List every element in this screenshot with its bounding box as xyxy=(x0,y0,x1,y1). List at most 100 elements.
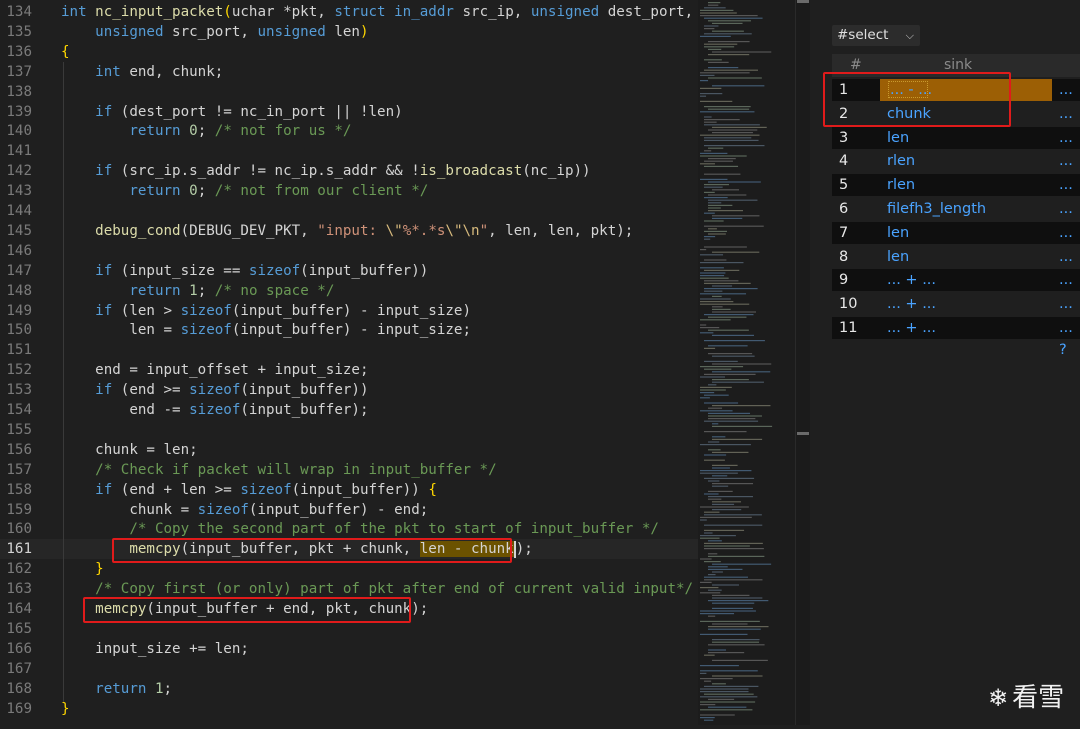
code-token: /* Copy the second part of the pkt to st… xyxy=(129,521,659,538)
line-number: 160 xyxy=(6,521,32,538)
sink-link[interactable]: len xyxy=(887,222,909,244)
result-row[interactable]: 6filefh3_length... ? xyxy=(832,198,1080,239)
code-line[interactable]: 145 debug_cond(DEBUG_DEV_PKT, "input: \"… xyxy=(0,221,698,241)
minimap-line xyxy=(704,33,752,35)
minimap-line xyxy=(700,519,707,521)
code-line[interactable]: 166 input_size += len; xyxy=(0,639,698,659)
minimap-line xyxy=(704,459,725,461)
indent-guide xyxy=(63,62,64,702)
code-line[interactable]: 135 unsigned src_port, unsigned len) xyxy=(0,22,698,42)
code-token: uchar *pkt, xyxy=(231,4,335,20)
sink-link[interactable]: len xyxy=(887,127,909,149)
minimap-line xyxy=(708,415,762,417)
minimap-line xyxy=(700,72,750,74)
code-line[interactable]: 138 xyxy=(0,82,698,102)
code-token: (input_buffer); xyxy=(240,402,369,418)
sink-link[interactable]: ... + ... xyxy=(887,317,936,339)
code-line[interactable]: 150 len = sizeof(input_buffer) - input_s… xyxy=(0,320,698,340)
sink-link[interactable]: ... + ... xyxy=(887,293,936,315)
line-number: 163 xyxy=(6,581,32,598)
code-line[interactable]: 151 xyxy=(0,340,698,360)
sink-link[interactable]: rlen xyxy=(887,174,915,196)
minimap-line xyxy=(708,568,743,570)
code-line[interactable]: 134 int nc_input_packet(uchar *pkt, struc… xyxy=(0,2,698,22)
code-line[interactable]: 152 end = input_offset + input_size; xyxy=(0,360,698,380)
code-line[interactable]: 143 return 0; /* not from our client */ xyxy=(0,181,698,201)
code-line[interactable]: 160 /* Copy the second part of the pkt t… xyxy=(0,519,698,539)
code-token: nc_input_packet xyxy=(95,4,224,20)
code-line[interactable]: 136 { xyxy=(0,42,698,62)
minimap[interactable] xyxy=(698,0,795,725)
code-line[interactable]: 153 if (end >= sizeof(input_buffer)) xyxy=(0,380,698,400)
code-line[interactable]: 147 if (input_size == sizeof(input_buffe… xyxy=(0,261,698,281)
code-token: (DEBUG_DEV_PKT, xyxy=(180,222,318,239)
sink-link[interactable]: len xyxy=(887,246,909,268)
row-index: 5 xyxy=(839,177,849,194)
result-row[interactable]: 11 ... + ... ... ? xyxy=(832,317,1080,358)
code-line[interactable]: 169} xyxy=(0,699,698,719)
result-row[interactable]: 7len... ? xyxy=(832,221,1080,263)
code-token: if xyxy=(95,103,121,120)
result-row[interactable]: 8len... ? xyxy=(832,245,1080,287)
code-line[interactable]: 142 if (src_ip.s_addr != nc_ip.s_addr &&… xyxy=(0,161,698,181)
minimap-line xyxy=(712,381,764,383)
code-line[interactable]: 156 chunk = len; xyxy=(0,440,698,460)
minimap-line xyxy=(704,46,735,48)
code-line[interactable]: 140 return 0; /* not for us */ xyxy=(0,121,698,141)
minimap-line xyxy=(708,540,722,542)
minimap-line xyxy=(712,30,744,32)
minimap-line xyxy=(712,51,772,53)
code-line[interactable]: 168 return 1; xyxy=(0,679,698,699)
sink-link[interactable]: filefh3_length xyxy=(887,198,986,220)
code-token: (input_buffer) - input_size) xyxy=(231,302,472,319)
minimap-line xyxy=(700,633,748,635)
code-line[interactable]: 167 xyxy=(0,659,698,679)
code-line[interactable]: 157 /* Check if packet will wrap in inpu… xyxy=(0,460,698,480)
row-index: 10 xyxy=(839,296,858,313)
code-token: len xyxy=(334,23,360,40)
line-number: 152 xyxy=(6,362,32,379)
minimap-line xyxy=(712,509,742,511)
code-line[interactable]: 159 chunk = sizeof(input_buffer) - end; xyxy=(0,500,698,520)
code-line[interactable]: 154 end -= sizeof(input_buffer); xyxy=(0,400,698,420)
minimap-line xyxy=(700,267,724,269)
code-line[interactable]: 155 xyxy=(0,420,698,440)
result-row[interactable]: 4rlen... ? xyxy=(832,150,1080,191)
code-token: (input_buffer)) xyxy=(300,262,429,279)
minimap-line xyxy=(704,212,715,214)
code-token: is_broadcast xyxy=(419,163,523,180)
minimap-line xyxy=(704,454,727,456)
minimap-line xyxy=(708,628,761,630)
sink-link[interactable]: rlen xyxy=(887,150,915,172)
minimap-line xyxy=(700,701,756,703)
result-row[interactable]: 3len... ? xyxy=(832,126,1080,168)
result-row[interactable]: 5rlen... ? xyxy=(832,174,1080,215)
source-link[interactable]: ... ? xyxy=(1059,317,1080,361)
code-line[interactable]: 139 if (dest_port != nc_in_port || !len) xyxy=(0,102,698,122)
code-line[interactable]: 146 xyxy=(0,241,698,261)
result-row[interactable]: 10... + ...... ? xyxy=(832,293,1080,334)
code-token: /* not for us */ xyxy=(214,123,352,140)
result-row[interactable]: 9... + ...... ? xyxy=(832,269,1080,310)
minimap-line xyxy=(704,477,755,479)
minimap-line xyxy=(712,285,733,287)
code-line[interactable]: 137 int end, chunk; xyxy=(0,62,698,82)
minimap-line xyxy=(712,379,749,381)
minimap-line xyxy=(700,301,734,303)
code-text: chunk = len; xyxy=(61,442,198,458)
minimap-line xyxy=(700,678,733,680)
code-token: ( xyxy=(223,4,232,20)
code-line[interactable]: 149 if (len > sizeof(input_buffer) - inp… xyxy=(0,301,698,321)
result-set-select[interactable]: #select ⌵ xyxy=(832,25,920,46)
code-line[interactable]: 158 if (end + len >= sizeof(input_buffer… xyxy=(0,480,698,500)
code-line[interactable]: 141 xyxy=(0,141,698,161)
minimap-line xyxy=(704,69,758,71)
minimap-line xyxy=(704,184,729,186)
code-line[interactable]: 148 return 1; /* no space */ xyxy=(0,281,698,301)
editor-scrollbar[interactable] xyxy=(795,0,811,725)
minimap-line xyxy=(708,649,726,651)
code-line[interactable]: 144 xyxy=(0,201,698,221)
sink-link[interactable]: ... + ... xyxy=(887,269,936,291)
